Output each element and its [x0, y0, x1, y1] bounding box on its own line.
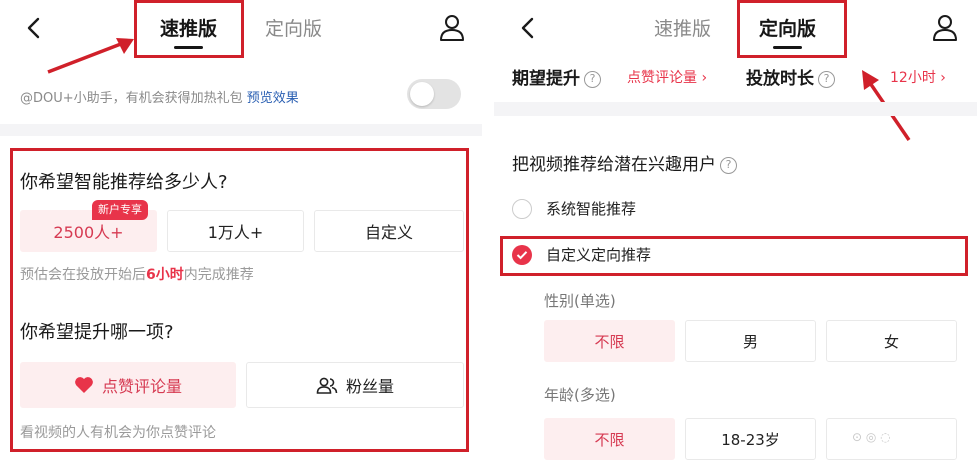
heart-icon [74, 376, 94, 394]
annotation-box-tab [134, 0, 244, 58]
expect-label: 期望提升? [512, 64, 601, 89]
help-icon[interactable]: ? [720, 157, 737, 174]
goal-option-likes-comments[interactable]: 点赞评论量 [20, 362, 236, 408]
back-arrow-icon[interactable] [516, 16, 540, 40]
preview-effect-link[interactable]: 预览效果 [247, 91, 299, 106]
duration-label: 投放时长? [746, 64, 835, 89]
radio-smart-recommend[interactable]: 系统智能推荐 [512, 198, 636, 219]
panel-gap [482, 0, 494, 475]
tab-targeted[interactable]: 定向版 [265, 14, 322, 41]
age-option-18-23[interactable]: 18-23岁 [685, 418, 816, 460]
radio-custom-targeting[interactable]: 自定义定向推荐 [512, 244, 651, 265]
goal-question: 你希望提升哪一项? [20, 322, 174, 343]
radio-checked-icon [512, 244, 532, 265]
radio-unchecked-icon [512, 198, 532, 219]
toggle-knob [410, 82, 434, 106]
expect-value[interactable]: 点赞评论量 › [627, 67, 707, 87]
targeted-panel: 速推版 定向版 期望提升? 点赞评论量 › 投放时长? 12小时 › 把视频推荐… [494, 0, 977, 475]
promo-text: @DOU+小助手，有机会获得加热礼包 预览效果 [20, 91, 299, 106]
reach-question: 你希望智能推荐给多少人? [20, 172, 228, 193]
screenshot-stage: 速推版 定向版 @DOU+小助手，有机会获得加热礼包 预览效果 你希望智能推荐给… [0, 0, 977, 475]
annotation-box-tab [737, 0, 847, 58]
tab-quick-promote[interactable]: 速推版 [654, 14, 711, 41]
quick-promote-panel: 速推版 定向版 @DOU+小助手，有机会获得加热礼包 预览效果 你希望智能推荐给… [0, 0, 482, 475]
help-icon[interactable]: ? [818, 71, 835, 88]
section-divider [0, 124, 482, 136]
watermark: ⊙ ◎ ◌ [852, 430, 891, 444]
gender-option-female[interactable]: 女 [826, 320, 957, 362]
targeting-title: 把视频推荐给潜在兴趣用户? [512, 150, 737, 175]
gender-option-male[interactable]: 男 [685, 320, 816, 362]
gender-label: 性别(单选) [544, 292, 616, 310]
gift-pack-toggle[interactable] [407, 79, 461, 109]
new-user-badge: 新户专享 [92, 200, 148, 220]
users-icon [316, 376, 338, 394]
age-option-any[interactable]: 不限 [544, 418, 675, 460]
reach-option-custom[interactable]: 自定义 [314, 210, 464, 252]
reach-option-10k[interactable]: 1万人+ [167, 210, 304, 252]
age-label: 年龄(多选) [544, 386, 616, 404]
age-option-empty[interactable] [826, 418, 957, 460]
help-icon[interactable]: ? [584, 71, 601, 88]
annotation-arrow-icon [47, 38, 134, 74]
goal-option-followers[interactable]: 粉丝量 [246, 362, 464, 408]
goal-hint: 看视频的人有机会为你点赞评论 [20, 425, 216, 441]
user-icon[interactable] [439, 14, 465, 42]
reach-hint: 预估会在投放开始后6小时内完成推荐 [20, 267, 254, 283]
user-icon[interactable] [932, 14, 958, 42]
gender-option-any[interactable]: 不限 [544, 320, 675, 362]
section-divider [494, 102, 977, 116]
